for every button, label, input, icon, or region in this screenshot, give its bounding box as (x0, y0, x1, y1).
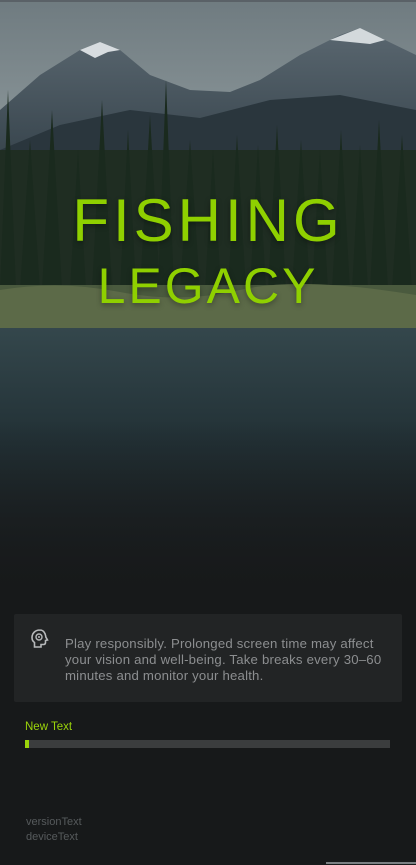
health-notice-text: Play responsibly. Prolonged screen time … (65, 636, 382, 683)
brain-head-icon (28, 627, 52, 651)
loading-label: New Text (25, 721, 73, 733)
health-notice: Play responsibly. Prolonged screen time … (14, 614, 402, 702)
device-text: deviceText (26, 831, 78, 843)
top-divider (0, 0, 416, 2)
version-text: versionText (26, 816, 82, 828)
bottom-divider (326, 862, 416, 864)
loading-screen: FISHING LEGACY Play responsibly. Prolong… (0, 0, 416, 865)
game-title-line-1: FISHING (72, 187, 344, 254)
loading-progress-fill (25, 740, 29, 748)
loading-progress-bar (25, 740, 390, 748)
game-title-line-2: LEGACY (97, 258, 319, 314)
